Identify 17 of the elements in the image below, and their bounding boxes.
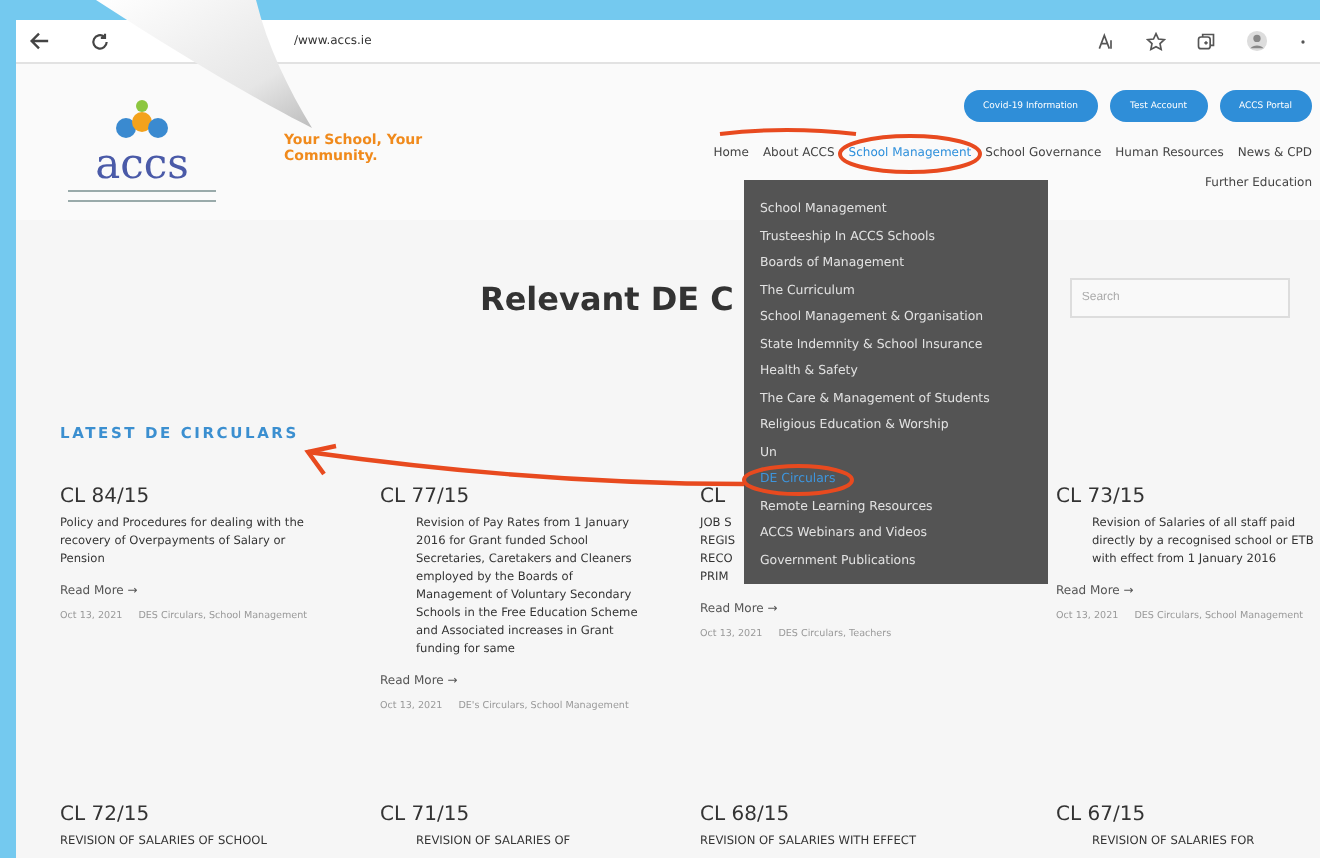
card-title: CL 68/15 — [700, 804, 790, 826]
card-title: CL 73/15 — [1056, 486, 1146, 508]
collections-icon[interactable] — [1196, 31, 1216, 51]
page-heading: Relevant DE C — [480, 279, 734, 317]
avatar-icon[interactable] — [1246, 30, 1268, 52]
card-title: CL — [700, 486, 726, 508]
reload-icon[interactable] — [90, 31, 110, 51]
star-icon[interactable] — [1146, 31, 1166, 51]
logo[interactable]: accs — [60, 96, 224, 202]
card-title: CL 72/15 — [60, 804, 150, 826]
card-title: CL 77/15 — [380, 486, 470, 508]
card-title: CL 67/15 — [1056, 804, 1146, 826]
card-title: CL 71/15 — [380, 804, 470, 826]
card-title: CL 84/15 — [60, 486, 150, 508]
annotation-ellipse — [742, 464, 854, 496]
reader-icon[interactable] — [1096, 31, 1116, 51]
back-icon[interactable] — [28, 30, 50, 52]
